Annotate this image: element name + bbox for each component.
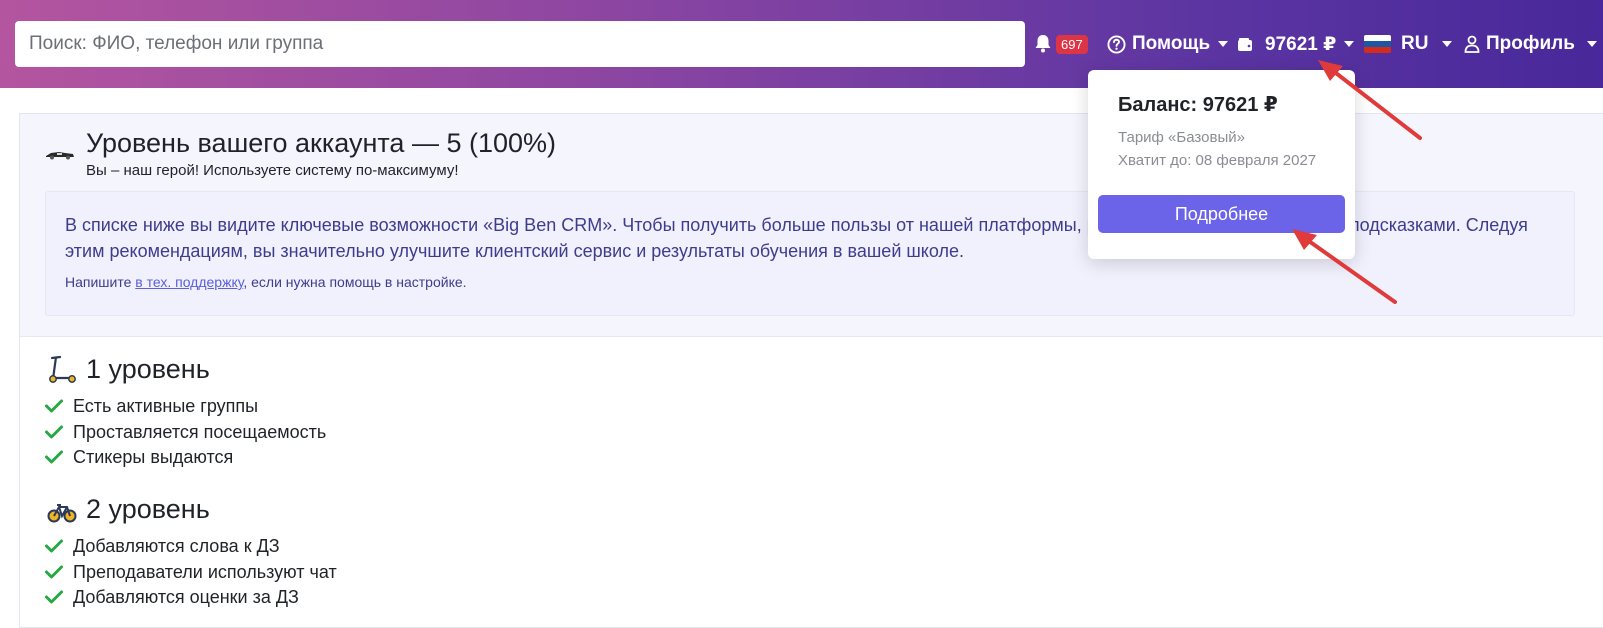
check-icon — [45, 450, 63, 464]
account-level-title: Уровень вашего аккаунта — 5 (100%) — [86, 128, 557, 158]
chevron-down-icon — [1442, 41, 1453, 47]
race-car-icon — [46, 152, 74, 160]
details-button[interactable]: Подробнее — [1098, 195, 1345, 233]
profile-label: Профиль — [1486, 33, 1575, 54]
tariff-label: Тариф «Базовый» — [1118, 129, 1245, 146]
notifications-badge: 697 — [1056, 34, 1088, 54]
support-hint-suffix: , если нужна помощь в настройке. — [243, 274, 467, 290]
list-item-label: Есть активные группы — [73, 395, 259, 416]
list-item-label: Преподаватели используют чат — [73, 561, 337, 582]
search-input[interactable] — [15, 21, 1025, 67]
list-item-label: Добавляются слова к ДЗ — [73, 535, 280, 556]
list-item: Добавляются оценки за ДЗ — [45, 585, 299, 609]
notifications-button[interactable]: 697 — [1034, 0, 1088, 88]
check-icon — [45, 590, 63, 604]
balance-dropdown: Баланс: 97621 ₽ Тариф «Базовый» Хватит д… — [1088, 70, 1355, 259]
support-link[interactable]: в тех. поддержку — [135, 274, 243, 290]
list-item: Есть активные группы — [45, 394, 258, 418]
list-item: Преподаватели используют чат — [45, 560, 337, 584]
valid-until-label: Хватит до: 08 февраля 2027 — [1118, 152, 1317, 169]
check-icon — [45, 565, 63, 579]
profile-menu[interactable]: Профиль — [1464, 0, 1597, 88]
check-icon — [45, 425, 63, 439]
question-circle-icon — [1107, 34, 1126, 54]
chevron-down-icon — [1344, 41, 1355, 47]
account-level-header: Уровень вашего аккаунта — 5 (100%) Вы – … — [20, 114, 1603, 337]
russia-flag-icon — [1364, 35, 1391, 53]
list-item: Добавляются слова к ДЗ — [45, 534, 280, 558]
list-item: Проставляется посещаемость — [45, 420, 326, 444]
list-item-label: Проставляется посещаемость — [73, 421, 327, 442]
help-label: Помощь — [1132, 33, 1211, 54]
wallet-icon — [1238, 37, 1252, 51]
user-icon — [1464, 35, 1480, 53]
balance-dropdown-title: Баланс: 97621 ₽ — [1118, 94, 1278, 116]
account-level-subtitle: Вы – наш герой! Используете систему по-м… — [86, 162, 459, 179]
bicycle-icon — [47, 504, 77, 523]
balance-label: 97621 ₽ — [1265, 33, 1337, 55]
account-level-card: Уровень вашего аккаунта — 5 (100%) Вы – … — [19, 113, 1603, 628]
list-item-label: Стикеры выдаются — [73, 446, 234, 467]
list-item: Стикеры выдаются — [45, 445, 233, 469]
bell-icon — [1035, 35, 1051, 53]
list-item-label: Добавляются оценки за ДЗ — [73, 586, 299, 607]
language-label: RU — [1401, 33, 1429, 54]
scooter-icon — [49, 355, 76, 383]
chevron-down-icon — [1586, 41, 1597, 47]
level-1-title: 1 уровень — [86, 354, 210, 384]
chevron-down-icon — [1218, 41, 1229, 47]
top-navbar: 697 Помощь 97621 ₽ RU Пр — [0, 0, 1603, 88]
support-hint-prefix: Напишите — [65, 274, 136, 290]
support-hint: Напишите в тех. поддержку, если нужна по… — [65, 274, 467, 290]
level-2-title: 2 уровень — [86, 494, 210, 524]
check-icon — [45, 399, 63, 413]
check-icon — [45, 539, 63, 553]
language-menu[interactable]: RU — [1364, 0, 1453, 88]
